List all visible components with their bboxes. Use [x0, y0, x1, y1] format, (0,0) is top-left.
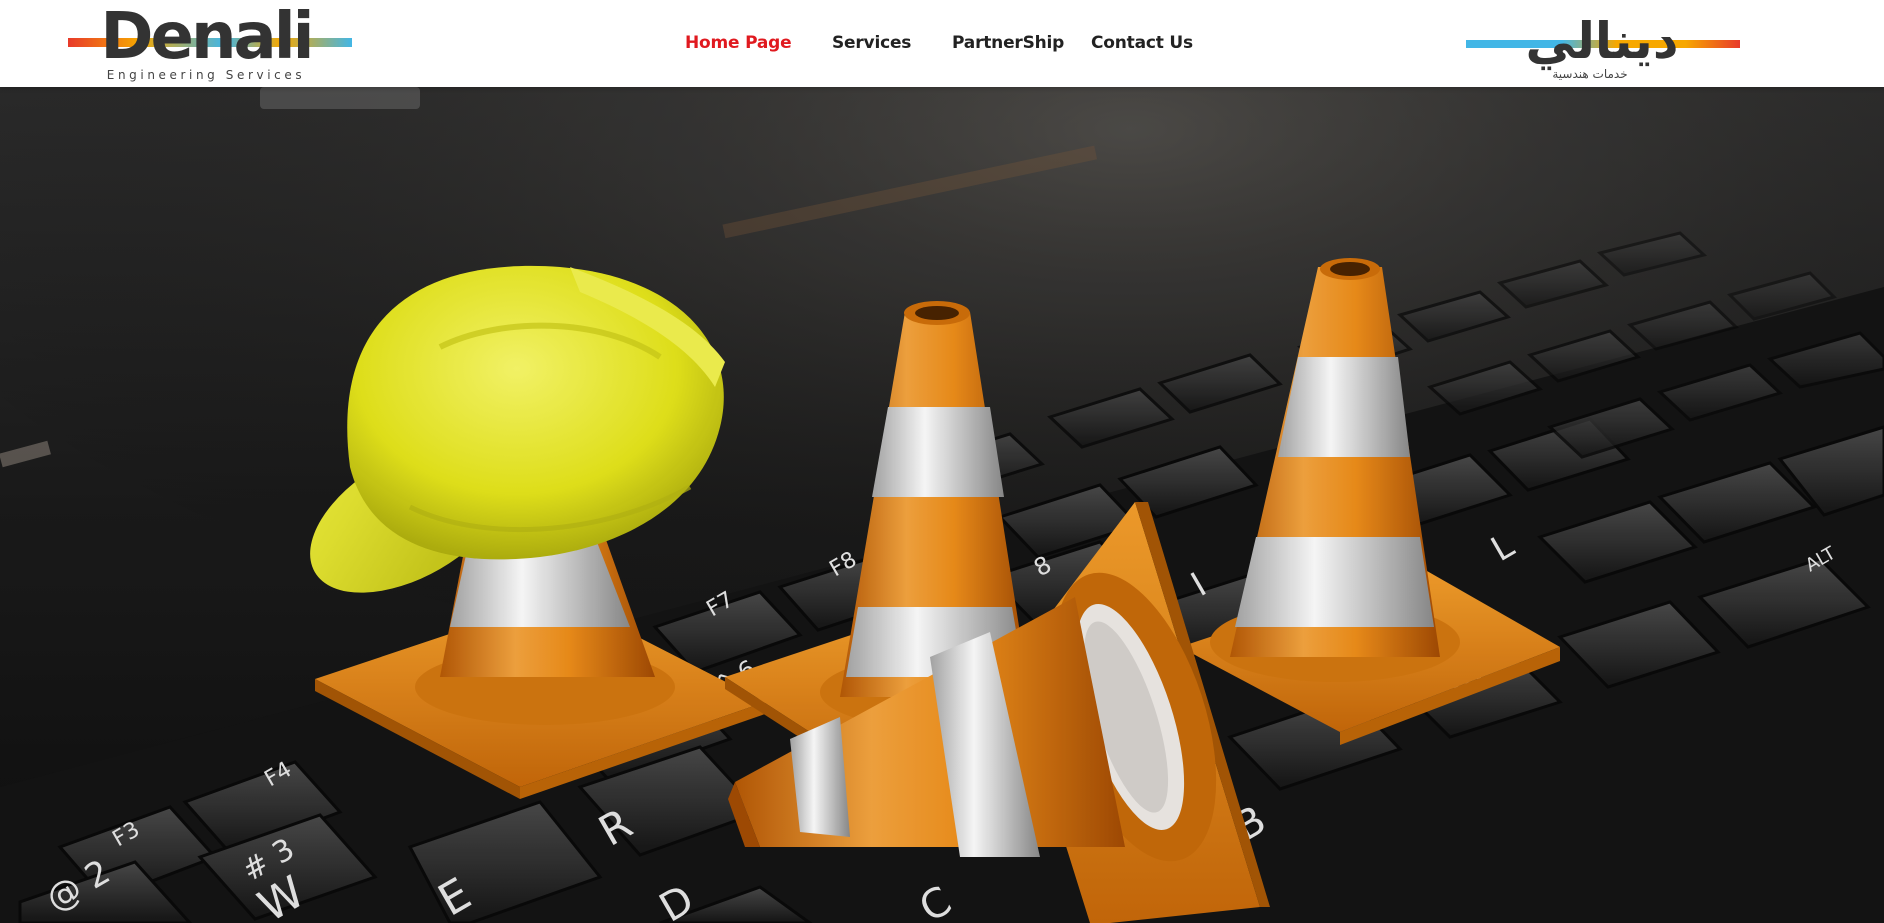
nav-contact-link[interactable]: Contact Us — [1091, 33, 1193, 53]
nav-home-link[interactable]: Home Page — [685, 33, 792, 53]
hero-banner: F3 F4 F7 F8 @ 2 # 3 ^ 6 8 W E R D C M B … — [0, 87, 1884, 923]
hero-image-cones-on-keyboard: F3 F4 F7 F8 @ 2 # 3 ^ 6 8 W E R D C M B … — [0, 87, 1884, 923]
nav-services-link[interactable]: Services — [832, 33, 911, 53]
nav-partnership-link[interactable]: PartnerShip — [952, 33, 1064, 53]
logo-arabic-tagline: خدمات هندسية — [1552, 67, 1627, 81]
logo-arabic-wordmark: دينالي — [1526, 12, 1679, 70]
denali-arabic-logo[interactable]: دينالي خدمات هندسية — [1462, 12, 1742, 84]
site-header: Denali Engineering Services Home Page Se… — [0, 0, 1884, 87]
page: Denali Engineering Services Home Page Se… — [0, 0, 1884, 923]
